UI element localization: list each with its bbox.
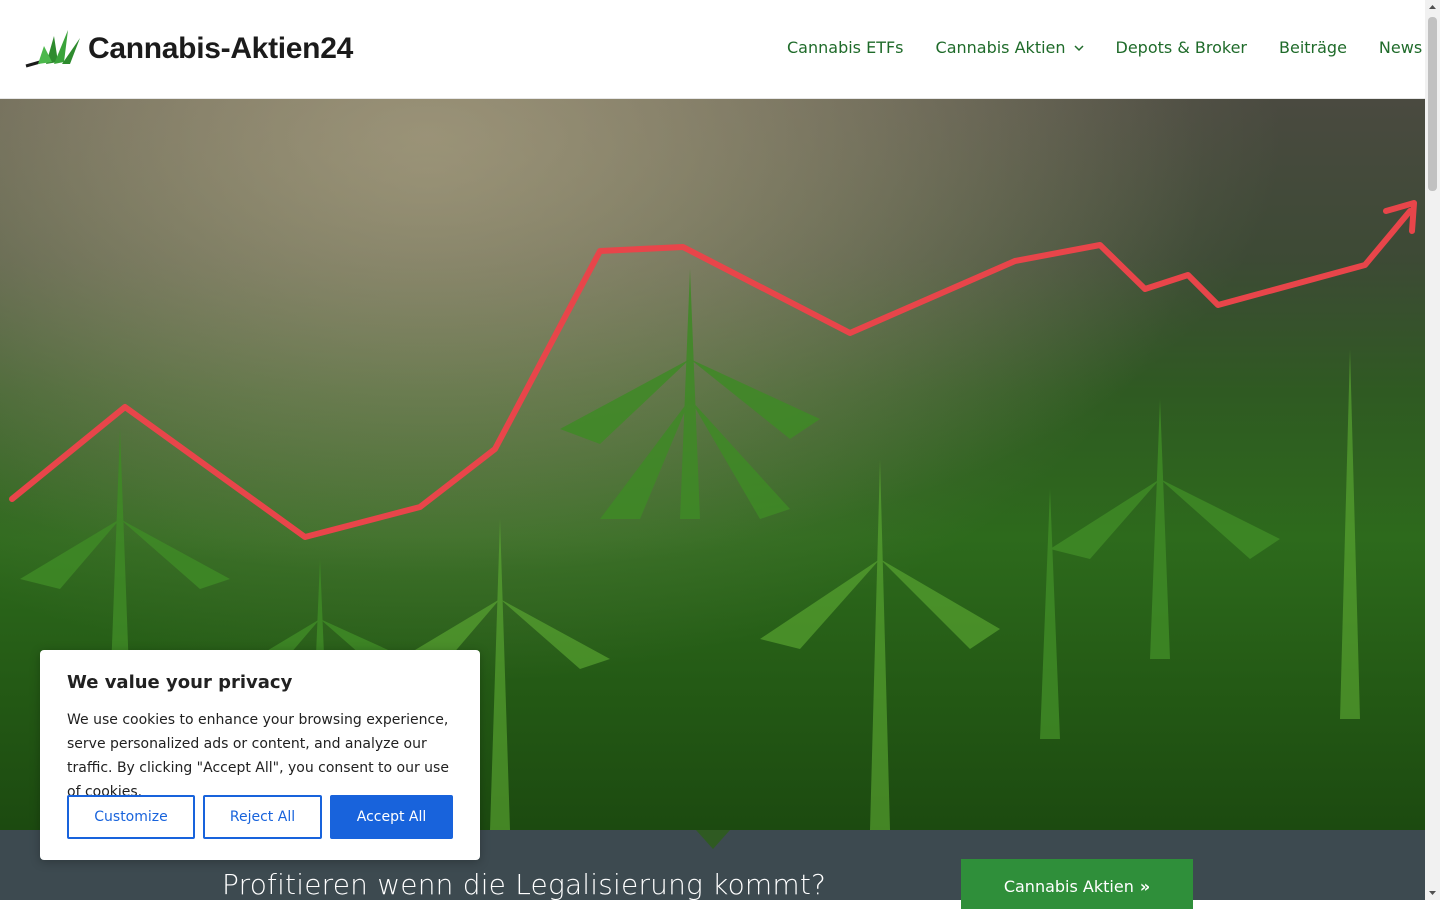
cookie-title: We value your privacy: [67, 672, 293, 693]
intro-headline: Profitieren wenn die Legalisierung kommt…: [222, 868, 827, 901]
nav-item-label: Beiträge: [1279, 38, 1347, 57]
band-notch: [696, 830, 730, 849]
scroll-down-arrow-icon[interactable]: [1425, 885, 1440, 900]
accept-all-button[interactable]: Accept All: [330, 795, 453, 839]
page-scrollbar[interactable]: [1425, 0, 1440, 900]
scrollbar-thumb[interactable]: [1428, 17, 1437, 191]
double-chevron-right-icon: »: [1139, 877, 1151, 896]
nav-item-beitraege[interactable]: Beiträge: [1279, 38, 1347, 57]
chevron-down-icon: [1073, 44, 1084, 51]
nav-item-label: News: [1378, 38, 1423, 57]
nav-item-news[interactable]: News: [1379, 38, 1422, 57]
reject-all-button[interactable]: Reject All: [203, 795, 322, 839]
nav-item-label: Cannabis ETFs: [787, 38, 904, 57]
customize-button[interactable]: Customize: [67, 795, 195, 839]
nav-item-label: Depots & Broker: [1115, 38, 1247, 57]
cannabis-aktien-cta-button[interactable]: Cannabis Aktien »: [961, 859, 1193, 909]
site-logo[interactable]: Cannabis-Aktien24: [24, 28, 353, 70]
cannabis-leaf-logo-icon: [25, 30, 80, 68]
nav-item-label: Cannabis Aktien: [935, 38, 1066, 57]
nav-item-cannabis-etfs[interactable]: Cannabis ETFs: [787, 38, 904, 57]
cta-label: Cannabis Aktien: [1003, 877, 1134, 896]
scroll-up-arrow-icon[interactable]: [1425, 0, 1440, 15]
main-nav: Cannabis ETFs Cannabis Aktien Depots & B…: [787, 38, 1422, 57]
cookie-consent-dialog: We value your privacy We use cookies to …: [40, 650, 480, 860]
site-header: Cannabis-Aktien24 Cannabis ETFs Cannabis…: [0, 0, 1425, 99]
logo-text: Cannabis-Aktien24: [88, 32, 353, 65]
cookie-description: We use cookies to enhance your browsing …: [67, 712, 449, 800]
nav-item-cannabis-aktien[interactable]: Cannabis Aktien: [936, 38, 1084, 57]
nav-item-depots-broker[interactable]: Depots & Broker: [1116, 38, 1247, 57]
